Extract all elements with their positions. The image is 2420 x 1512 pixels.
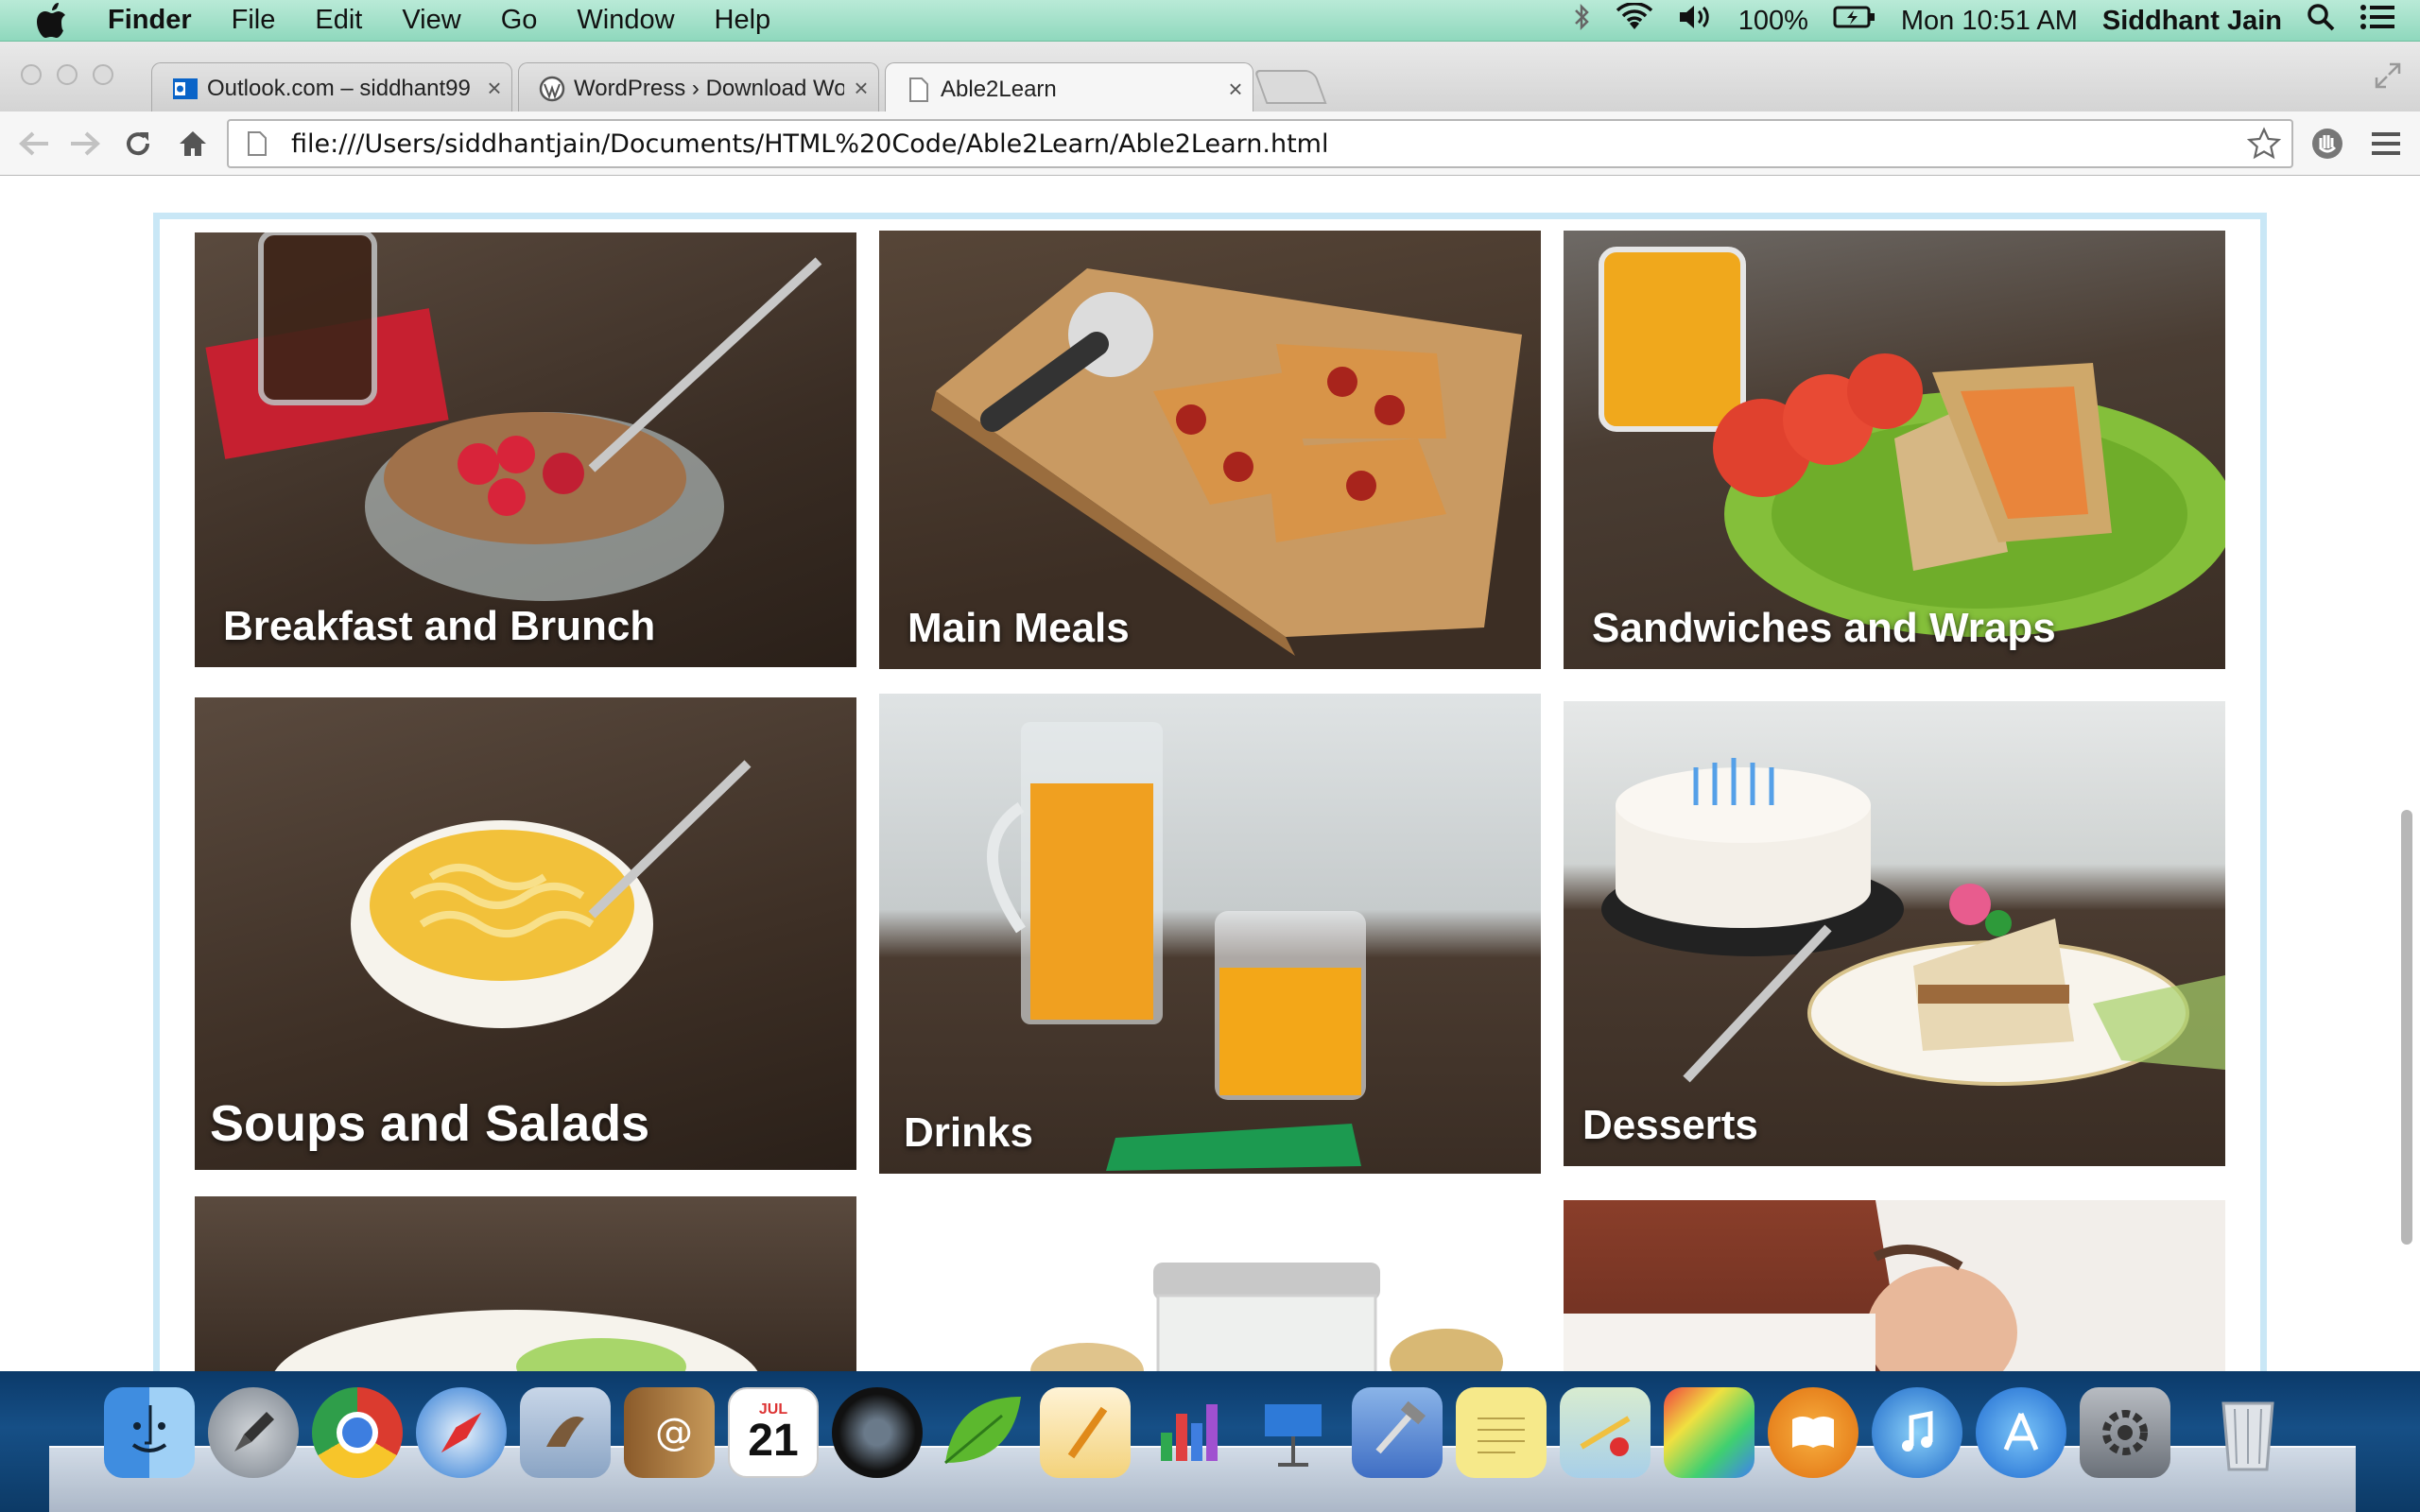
home-button[interactable]: [172, 123, 214, 164]
category-tile-desserts[interactable]: Desserts: [1564, 701, 2225, 1166]
spotlight-icon[interactable]: [2307, 3, 2335, 39]
chrome-icon[interactable]: [312, 1387, 403, 1478]
apple-icon[interactable]: [28, 0, 83, 42]
category-label: Soups and Salads: [210, 1095, 650, 1152]
page-icon: [238, 125, 276, 163]
category-tile-soups[interactable]: Soups and Salads: [195, 697, 856, 1170]
menu-bar: Finder File Edit View Go Window Help 100…: [0, 0, 2420, 42]
evernote-icon[interactable]: [936, 1387, 1027, 1478]
tab-title: Outlook.com – siddhant99: [207, 75, 471, 101]
maps-icon[interactable]: [1560, 1387, 1651, 1478]
fullscreen-icon[interactable]: [2375, 62, 2401, 95]
category-label: Desserts: [1582, 1102, 1758, 1148]
battery-percent: 100%: [1737, 5, 1808, 36]
tab-title: Able2Learn: [941, 76, 1057, 102]
category-tile-drinks[interactable]: Drinks: [879, 694, 1541, 1174]
category-tile-row3-left[interactable]: [195, 1196, 856, 1371]
category-label: Breakfast and Brunch: [223, 603, 656, 649]
category-label: Main Meals: [908, 605, 1130, 651]
sandwiches-image: [1599, 247, 2225, 637]
bluetooth-icon[interactable]: [1572, 3, 1591, 39]
menu-edit[interactable]: Edit: [295, 5, 382, 36]
menu-go[interactable]: Go: [481, 5, 558, 36]
desserts-image: [1601, 758, 2225, 1086]
keynote-icon[interactable]: [1248, 1387, 1339, 1478]
close-window-button[interactable]: [21, 64, 42, 85]
user-name[interactable]: Siddhant Jain: [2102, 6, 2282, 37]
main-meals-image: [931, 268, 1522, 656]
safari-icon[interactable]: [416, 1387, 507, 1478]
pages-icon[interactable]: [1040, 1387, 1131, 1478]
category-tile-row3-right[interactable]: [1564, 1200, 2225, 1371]
minimize-window-button[interactable]: [57, 64, 78, 85]
menu-window[interactable]: Window: [557, 5, 694, 36]
chef-image: [1564, 1200, 2225, 1371]
page-viewport: Breakfast and Brunch Main Meals Sandwich…: [0, 177, 2420, 1371]
browser-toolbar: file:///Users/siddhantjain/Documents/HTM…: [0, 112, 2420, 176]
vertical-scrollbar[interactable]: [2401, 810, 2412, 1245]
tab-able2learn[interactable]: Able2Learn ×: [885, 62, 1253, 115]
chrome-menu-icon[interactable]: [2365, 123, 2407, 164]
tab-title: WordPress › Download Wor: [574, 75, 844, 101]
bookmark-star-icon[interactable]: [2246, 127, 2282, 167]
app-store-icon[interactable]: [1976, 1387, 2066, 1478]
finder-icon[interactable]: [104, 1387, 195, 1478]
xcode-icon[interactable]: [1352, 1387, 1443, 1478]
category-tile-sandwiches[interactable]: Sandwiches and Wraps: [1564, 231, 2225, 669]
back-button[interactable]: [13, 123, 55, 164]
window-controls: [21, 64, 129, 85]
extension-icon[interactable]: [2307, 123, 2348, 164]
tab-wordpress[interactable]: WordPress › Download Wor ×: [518, 62, 879, 113]
wifi-icon[interactable]: [1616, 2, 1653, 39]
drinks-image: [987, 722, 1366, 1171]
facetime-icon[interactable]: [832, 1387, 923, 1478]
menu-help[interactable]: Help: [695, 5, 791, 36]
category-tile-breakfast[interactable]: Breakfast and Brunch: [195, 232, 856, 667]
tab-outlook[interactable]: Outlook.com – siddhant99 ×: [151, 62, 512, 113]
category-label: Sandwiches and Wraps: [1592, 605, 2056, 651]
menu-view[interactable]: View: [382, 5, 480, 36]
jar-image: [1030, 1263, 1503, 1371]
category-label: Drinks: [904, 1109, 1033, 1156]
svg-text:@: @: [655, 1411, 693, 1454]
page-icon: [905, 76, 933, 104]
battery-icon[interactable]: [1833, 4, 1876, 38]
outlook-icon: [171, 75, 199, 103]
breakfast-image: [205, 232, 822, 601]
calendar-icon[interactable]: JUL 21: [728, 1387, 819, 1478]
numbers-icon[interactable]: [1144, 1387, 1235, 1478]
zoom-window-button[interactable]: [93, 64, 113, 85]
forward-button[interactable]: [64, 123, 106, 164]
address-bar[interactable]: file:///Users/siddhantjain/Documents/HTM…: [227, 119, 2293, 168]
dock: @ JUL 21: [104, 1387, 2307, 1478]
new-tab-button[interactable]: [1253, 70, 1327, 104]
url-text[interactable]: file:///Users/siddhantjain/Documents/HTM…: [291, 129, 1328, 159]
calendar-day: 21: [748, 1416, 799, 1466]
contacts-icon[interactable]: @: [624, 1387, 715, 1478]
close-tab-icon[interactable]: ×: [1219, 75, 1253, 104]
notification-center-icon[interactable]: [2360, 3, 2395, 39]
app-menu-finder[interactable]: Finder: [83, 5, 212, 36]
wordpress-icon: [538, 75, 566, 103]
ibooks-icon[interactable]: [1768, 1387, 1858, 1478]
system-preferences-icon[interactable]: [2080, 1387, 2170, 1478]
reload-button[interactable]: [117, 123, 159, 164]
trash-icon[interactable]: [2203, 1387, 2293, 1478]
mail-icon[interactable]: [520, 1387, 611, 1478]
volume-icon[interactable]: [1678, 3, 1714, 39]
tab-strip: Outlook.com – siddhant99 × WordPress › D…: [0, 42, 2420, 115]
close-tab-icon[interactable]: ×: [844, 74, 878, 103]
category-tile-row3-middle[interactable]: [879, 1196, 1541, 1371]
clock[interactable]: Mon 10:51 AM: [1901, 6, 2078, 37]
menu-file[interactable]: File: [212, 5, 296, 36]
close-tab-icon[interactable]: ×: [477, 74, 511, 103]
salad-bowl-image: [274, 1310, 758, 1371]
grapher-icon[interactable]: [1664, 1387, 1754, 1478]
itunes-icon[interactable]: [1872, 1387, 1962, 1478]
notes-icon[interactable]: [1456, 1387, 1547, 1478]
launchpad-icon[interactable]: [208, 1387, 299, 1478]
category-tile-main-meals[interactable]: Main Meals: [879, 231, 1541, 669]
